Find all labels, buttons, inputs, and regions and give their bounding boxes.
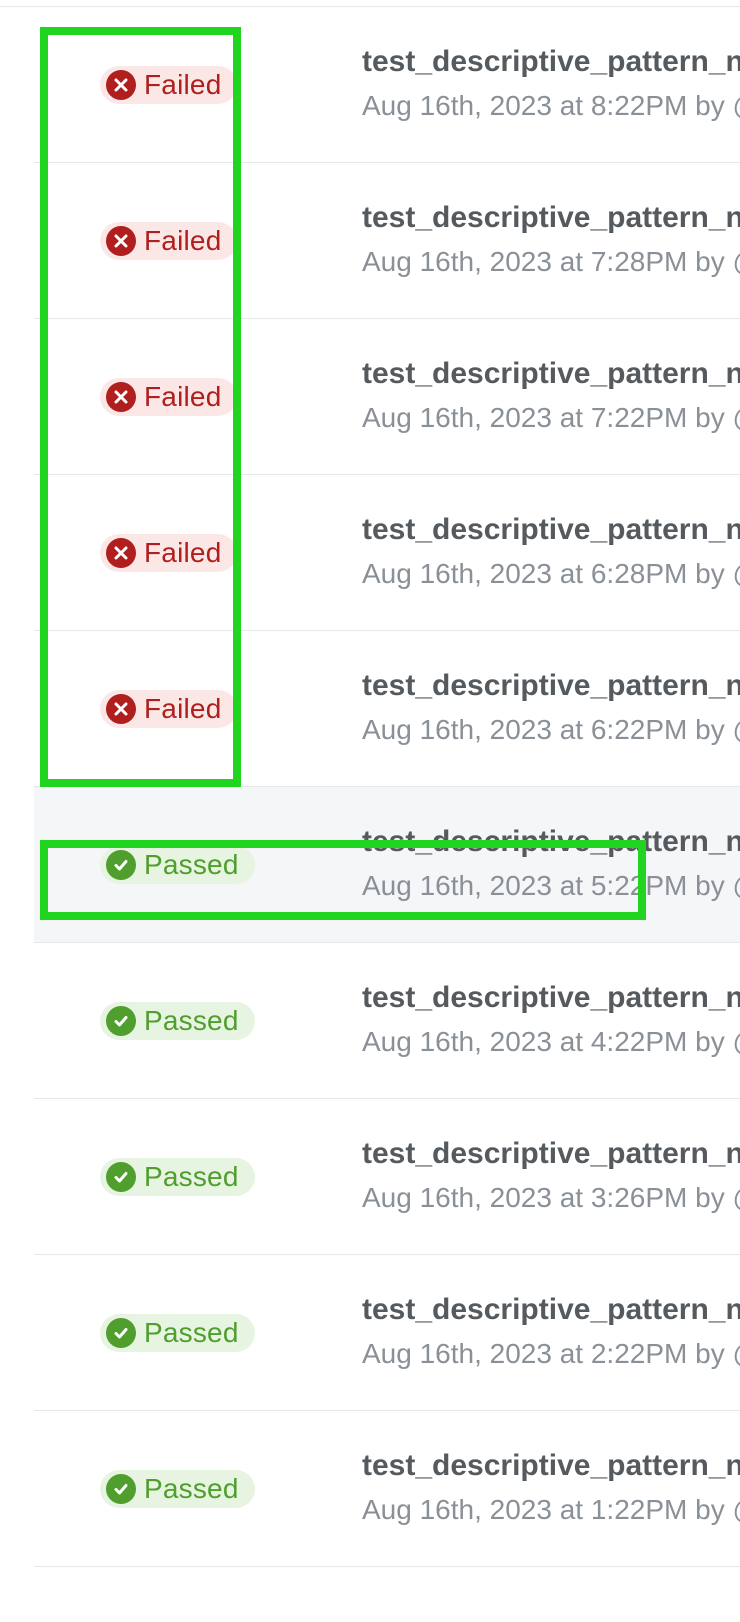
test-name: test_descriptive_pattern_na bbox=[362, 980, 740, 1016]
list-item[interactable]: Passed test_descriptive_pattern_na Aug 1… bbox=[34, 787, 740, 943]
test-meta: Aug 16th, 2023 at 1:22PM by @ins bbox=[362, 1492, 740, 1528]
test-meta: Aug 16th, 2023 at 3:26PM by @in bbox=[362, 1180, 740, 1216]
status-col: Passed bbox=[100, 1314, 362, 1352]
check-circle-icon bbox=[106, 1474, 136, 1504]
list-item[interactable]: Passed test_descriptive_pattern_na Aug 1… bbox=[34, 1255, 740, 1411]
status-badge: Failed bbox=[100, 690, 237, 728]
test-name: test_descriptive_pattern_na bbox=[362, 668, 740, 704]
list-item[interactable]: Passed test_descriptive_pattern_na Aug 1… bbox=[34, 1099, 740, 1255]
status-badge: Failed bbox=[100, 66, 237, 104]
test-name: test_descriptive_pattern_na bbox=[362, 356, 740, 392]
text-col: test_descriptive_pattern_na Aug 16th, 20… bbox=[362, 824, 740, 904]
status-badge: Passed bbox=[100, 1158, 255, 1196]
test-run-list: Failed test_descriptive_pattern_na Aug 1… bbox=[0, 6, 740, 1567]
status-label: Failed bbox=[144, 539, 221, 567]
text-col: test_descriptive_pattern_na Aug 16th, 20… bbox=[362, 668, 740, 748]
x-circle-icon bbox=[106, 538, 136, 568]
status-badge: Failed bbox=[100, 534, 237, 572]
test-name: test_descriptive_pattern_na bbox=[362, 1136, 740, 1172]
test-meta: Aug 16th, 2023 at 6:28PM by @in bbox=[362, 556, 740, 592]
status-col: Passed bbox=[100, 846, 362, 884]
status-col: Failed bbox=[100, 690, 362, 728]
list-item[interactable]: Failed test_descriptive_pattern_na Aug 1… bbox=[34, 631, 740, 787]
check-circle-icon bbox=[106, 1162, 136, 1192]
text-col: test_descriptive_pattern_na Aug 16th, 20… bbox=[362, 356, 740, 436]
test-meta: Aug 16th, 2023 at 7:22PM by @in bbox=[362, 400, 740, 436]
check-circle-icon bbox=[106, 1006, 136, 1036]
list-item[interactable]: Passed test_descriptive_pattern_na Aug 1… bbox=[34, 1411, 740, 1567]
x-circle-icon bbox=[106, 694, 136, 724]
status-label: Passed bbox=[144, 1475, 239, 1503]
status-badge: Failed bbox=[100, 378, 237, 416]
test-name: test_descriptive_pattern_na bbox=[362, 200, 740, 236]
status-label: Passed bbox=[144, 1163, 239, 1191]
status-col: Failed bbox=[100, 534, 362, 572]
x-circle-icon bbox=[106, 226, 136, 256]
status-badge: Passed bbox=[100, 1002, 255, 1040]
text-col: test_descriptive_pattern_na Aug 16th, 20… bbox=[362, 44, 740, 124]
test-name: test_descriptive_pattern_na bbox=[362, 1292, 740, 1328]
test-meta: Aug 16th, 2023 at 4:22PM by @in bbox=[362, 1024, 740, 1060]
status-col: Failed bbox=[100, 66, 362, 104]
test-meta: Aug 16th, 2023 at 6:22PM by @in bbox=[362, 712, 740, 748]
status-col: Passed bbox=[100, 1470, 362, 1508]
text-col: test_descriptive_pattern_na Aug 16th, 20… bbox=[362, 980, 740, 1060]
status-col: Failed bbox=[100, 222, 362, 260]
test-meta: Aug 16th, 2023 at 7:28PM by @in bbox=[362, 244, 740, 280]
status-label: Failed bbox=[144, 227, 221, 255]
check-circle-icon bbox=[106, 850, 136, 880]
test-name: test_descriptive_pattern_na bbox=[362, 824, 740, 860]
test-name: test_descriptive_pattern_na bbox=[362, 512, 740, 548]
x-circle-icon bbox=[106, 70, 136, 100]
status-badge: Passed bbox=[100, 846, 255, 884]
status-label: Passed bbox=[144, 1007, 239, 1035]
status-label: Failed bbox=[144, 695, 221, 723]
status-col: Passed bbox=[100, 1158, 362, 1196]
status-badge: Passed bbox=[100, 1314, 255, 1352]
text-col: test_descriptive_pattern_na Aug 16th, 20… bbox=[362, 200, 740, 280]
text-col: test_descriptive_pattern_na Aug 16th, 20… bbox=[362, 512, 740, 592]
test-meta: Aug 16th, 2023 at 2:22PM by @in bbox=[362, 1336, 740, 1372]
status-label: Failed bbox=[144, 383, 221, 411]
status-col: Passed bbox=[100, 1002, 362, 1040]
status-label: Failed bbox=[144, 71, 221, 99]
status-badge: Failed bbox=[100, 222, 237, 260]
text-col: test_descriptive_pattern_na Aug 16th, 20… bbox=[362, 1448, 740, 1528]
list-item[interactable]: Failed test_descriptive_pattern_na Aug 1… bbox=[34, 7, 740, 163]
test-name: test_descriptive_pattern_na bbox=[362, 44, 740, 80]
list-item[interactable]: Failed test_descriptive_pattern_na Aug 1… bbox=[34, 163, 740, 319]
check-circle-icon bbox=[106, 1318, 136, 1348]
test-name: test_descriptive_pattern_na bbox=[362, 1448, 740, 1484]
status-label: Passed bbox=[144, 1319, 239, 1347]
test-meta: Aug 16th, 2023 at 8:22PM by @in bbox=[362, 88, 740, 124]
x-circle-icon bbox=[106, 382, 136, 412]
status-badge: Passed bbox=[100, 1470, 255, 1508]
list-item[interactable]: Failed test_descriptive_pattern_na Aug 1… bbox=[34, 319, 740, 475]
status-label: Passed bbox=[144, 851, 239, 879]
text-col: test_descriptive_pattern_na Aug 16th, 20… bbox=[362, 1136, 740, 1216]
status-col: Failed bbox=[100, 378, 362, 416]
list-item[interactable]: Passed test_descriptive_pattern_na Aug 1… bbox=[34, 943, 740, 1099]
list-item[interactable]: Failed test_descriptive_pattern_na Aug 1… bbox=[34, 475, 740, 631]
text-col: test_descriptive_pattern_na Aug 16th, 20… bbox=[362, 1292, 740, 1372]
test-meta: Aug 16th, 2023 at 5:22PM by @in bbox=[362, 868, 740, 904]
